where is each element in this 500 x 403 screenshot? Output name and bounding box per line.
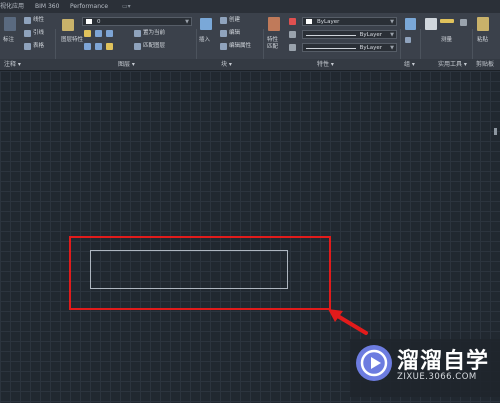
group-icon[interactable] xyxy=(405,18,416,30)
make-current-label[interactable]: 置为当前 xyxy=(143,30,165,37)
edit-attributes-label[interactable]: 编辑属性 xyxy=(229,43,251,50)
match-layer-icon[interactable] xyxy=(134,43,141,50)
layer-color-swatch xyxy=(86,19,92,24)
create-label[interactable]: 创建 xyxy=(229,17,240,24)
table-label[interactable]: 表格 xyxy=(33,43,44,50)
linear-icon[interactable] xyxy=(24,17,31,24)
linear-label[interactable]: 线性 xyxy=(33,17,44,24)
color-swatch xyxy=(306,19,312,24)
paste-label[interactable]: 粘贴 xyxy=(477,37,488,44)
edit-label[interactable]: 编辑 xyxy=(229,30,240,37)
chevron-down-icon: ▼ xyxy=(185,19,189,25)
panel-label-layers[interactable]: 图层 ▾ xyxy=(118,59,135,70)
layer-tool-icon[interactable] xyxy=(106,30,113,37)
panel-label-utilities[interactable]: 实用工具 ▾ xyxy=(438,59,467,70)
match-properties-icon[interactable] xyxy=(268,17,280,31)
layer-dropdown[interactable]: 0 ▼ xyxy=(82,17,192,26)
edit-attributes-icon[interactable] xyxy=(220,43,227,50)
tab-bim360[interactable]: BIM 360 xyxy=(35,0,59,13)
group-tool-icon[interactable] xyxy=(405,37,411,43)
layer-tool-icon[interactable] xyxy=(95,43,102,50)
create-block-icon[interactable] xyxy=(220,17,227,24)
color-dropdown[interactable]: ByLayer ▼ xyxy=(302,17,397,26)
insert-label[interactable]: 插入 xyxy=(199,37,210,44)
panel-label-properties[interactable]: 特性 ▾ xyxy=(317,59,334,70)
paste-icon[interactable] xyxy=(477,17,489,31)
highlight-box xyxy=(69,236,331,310)
watermark-url: ZIXUE.3066.COM xyxy=(397,372,477,382)
viewcube-edge-icon[interactable] xyxy=(494,128,497,135)
panel-label-groups[interactable]: 组 ▾ xyxy=(404,59,415,70)
measure-label[interactable]: 测量 xyxy=(441,37,452,44)
panel-labels-row: 注释 ▾ 图层 ▾ 块 ▾ 特性 ▾ 组 ▾ 实用工具 ▾ 剪贴板 xyxy=(0,59,500,71)
watermark-title: 溜溜自学 xyxy=(397,349,490,374)
layer-tool-icon[interactable] xyxy=(95,30,102,37)
layer-lock-icon[interactable] xyxy=(106,43,113,50)
chevron-down-icon: ▼ xyxy=(390,32,394,38)
lineweight-dropdown[interactable]: ByLayer ▼ xyxy=(302,43,397,52)
tab-visualize[interactable]: 视化应用 xyxy=(0,0,24,13)
ribbon-panel: 标注 线性 引线 表格 图层特性 0 ▼ 置为当前 匹配图层 插入 创建 编辑 … xyxy=(0,13,500,69)
measure-icon[interactable] xyxy=(440,19,454,23)
ribbon-tab-bar: 视化应用 BIM 360 Performance ▭▾ xyxy=(0,0,500,13)
make-current-icon[interactable] xyxy=(134,30,141,37)
leader-icon[interactable] xyxy=(24,30,31,37)
linetype-icon[interactable] xyxy=(289,31,296,38)
table-icon[interactable] xyxy=(24,43,31,50)
watermark-logo-icon xyxy=(356,345,392,381)
match-layer-label[interactable]: 匹配图层 xyxy=(143,43,165,50)
layer-tool-icon[interactable] xyxy=(84,43,91,50)
panel-label-block[interactable]: 块 ▾ xyxy=(221,59,232,70)
dimension-icon[interactable] xyxy=(4,17,16,31)
layer-properties-icon[interactable] xyxy=(62,19,74,31)
pointer-arrow-icon xyxy=(328,309,368,335)
tab-performance[interactable]: Performance xyxy=(70,0,108,13)
leader-label[interactable]: 引线 xyxy=(33,30,44,37)
match-properties-label[interactable]: 特性匹配 xyxy=(267,37,283,51)
insert-block-icon[interactable] xyxy=(200,18,212,30)
color-wheel-icon[interactable] xyxy=(289,18,296,25)
utility-tool-icon[interactable] xyxy=(460,19,467,26)
lineweight-icon[interactable] xyxy=(289,44,296,51)
linetype-preview xyxy=(306,35,356,36)
linetype-dropdown[interactable]: ByLayer ▼ xyxy=(302,30,397,39)
layer-state-icon[interactable] xyxy=(84,30,91,37)
lineweight-preview xyxy=(306,48,356,49)
panel-label-annotate[interactable]: 注释 ▾ xyxy=(4,59,21,70)
panel-label-clipboard[interactable]: 剪贴板 xyxy=(476,59,494,70)
annotate-label[interactable]: 标注 xyxy=(3,37,14,44)
watermark: 溜溜自学 ZIXUE.3066.COM xyxy=(350,339,500,397)
tab-overflow-icon[interactable]: ▭▾ xyxy=(122,0,131,13)
edit-block-icon[interactable] xyxy=(220,30,227,37)
chevron-down-icon: ▼ xyxy=(390,45,394,51)
calculator-icon[interactable] xyxy=(425,18,437,30)
layer-properties-label[interactable]: 图层特性 xyxy=(61,37,83,44)
chevron-down-icon: ▼ xyxy=(390,19,394,25)
